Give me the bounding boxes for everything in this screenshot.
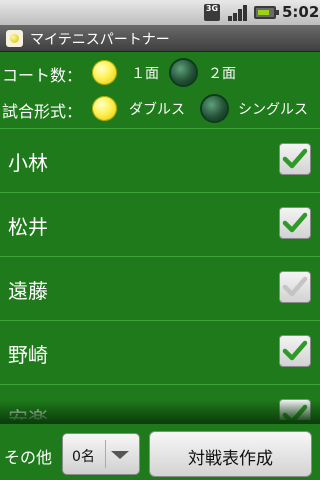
other-count-select[interactable]: 0名 (62, 433, 140, 475)
player-row[interactable]: 小林 (0, 128, 320, 192)
court-two-radio-icon[interactable] (171, 60, 196, 85)
doubles-label[interactable]: ダブルス (129, 99, 185, 119)
player-name: 小林 (8, 151, 48, 175)
status-bar: 3G 5:02 (0, 0, 320, 25)
network-3g-icon: 3G (204, 4, 220, 21)
player-row[interactable]: 松井 (0, 192, 320, 256)
select-divider (105, 440, 106, 468)
list-fade-edge (0, 400, 320, 422)
court-one-radio-selected-icon[interactable] (92, 60, 117, 85)
create-match-table-button[interactable]: 対戦表作成 (149, 431, 312, 477)
create-match-table-label: 対戦表作成 (188, 449, 273, 469)
singles-label[interactable]: シングルス (238, 99, 308, 119)
checkmark-icon (282, 212, 308, 233)
player-list[interactable]: 小林 松井 遠藤 野崎 安楽 (0, 128, 320, 420)
checkmark-icon (282, 148, 308, 169)
battery-icon (254, 6, 279, 19)
app-title: マイテニスパートナー (30, 32, 170, 48)
status-time: 5:02 (282, 3, 320, 21)
title-bar: マイテニスパートナー (0, 25, 320, 52)
doubles-radio-selected-icon[interactable] (92, 96, 117, 121)
other-label: その他 (4, 448, 53, 467)
singles-radio-icon[interactable] (202, 96, 227, 121)
player-checkbox[interactable] (279, 335, 311, 367)
court-count-row: コート数： １面 ２面 (0, 55, 320, 91)
player-checkbox[interactable] (279, 271, 311, 303)
match-format-row: 試合形式： ダブルス シングルス (0, 91, 320, 127)
other-count-value: 0名 (72, 449, 95, 465)
player-checkbox[interactable] (279, 143, 311, 175)
bottom-bar: その他 0名 対戦表作成 (0, 422, 320, 480)
court-two-label[interactable]: ２面 (208, 63, 236, 83)
checkmark-icon (282, 276, 308, 297)
signal-strength-icon (228, 5, 247, 21)
player-name: 遠藤 (8, 279, 48, 303)
app-tennis-ball-icon (6, 30, 23, 47)
match-format-label: 試合形式： (2, 102, 83, 121)
player-checkbox[interactable] (279, 207, 311, 239)
player-row[interactable]: 遠藤 (0, 256, 320, 320)
player-name: 松井 (8, 215, 48, 239)
checkmark-icon (282, 340, 308, 361)
player-name: 野崎 (8, 343, 48, 367)
court-count-label: コート数： (2, 66, 83, 85)
court-one-label[interactable]: １面 (131, 63, 159, 83)
dropdown-arrow-icon (111, 451, 129, 459)
player-row[interactable]: 野崎 (0, 320, 320, 384)
